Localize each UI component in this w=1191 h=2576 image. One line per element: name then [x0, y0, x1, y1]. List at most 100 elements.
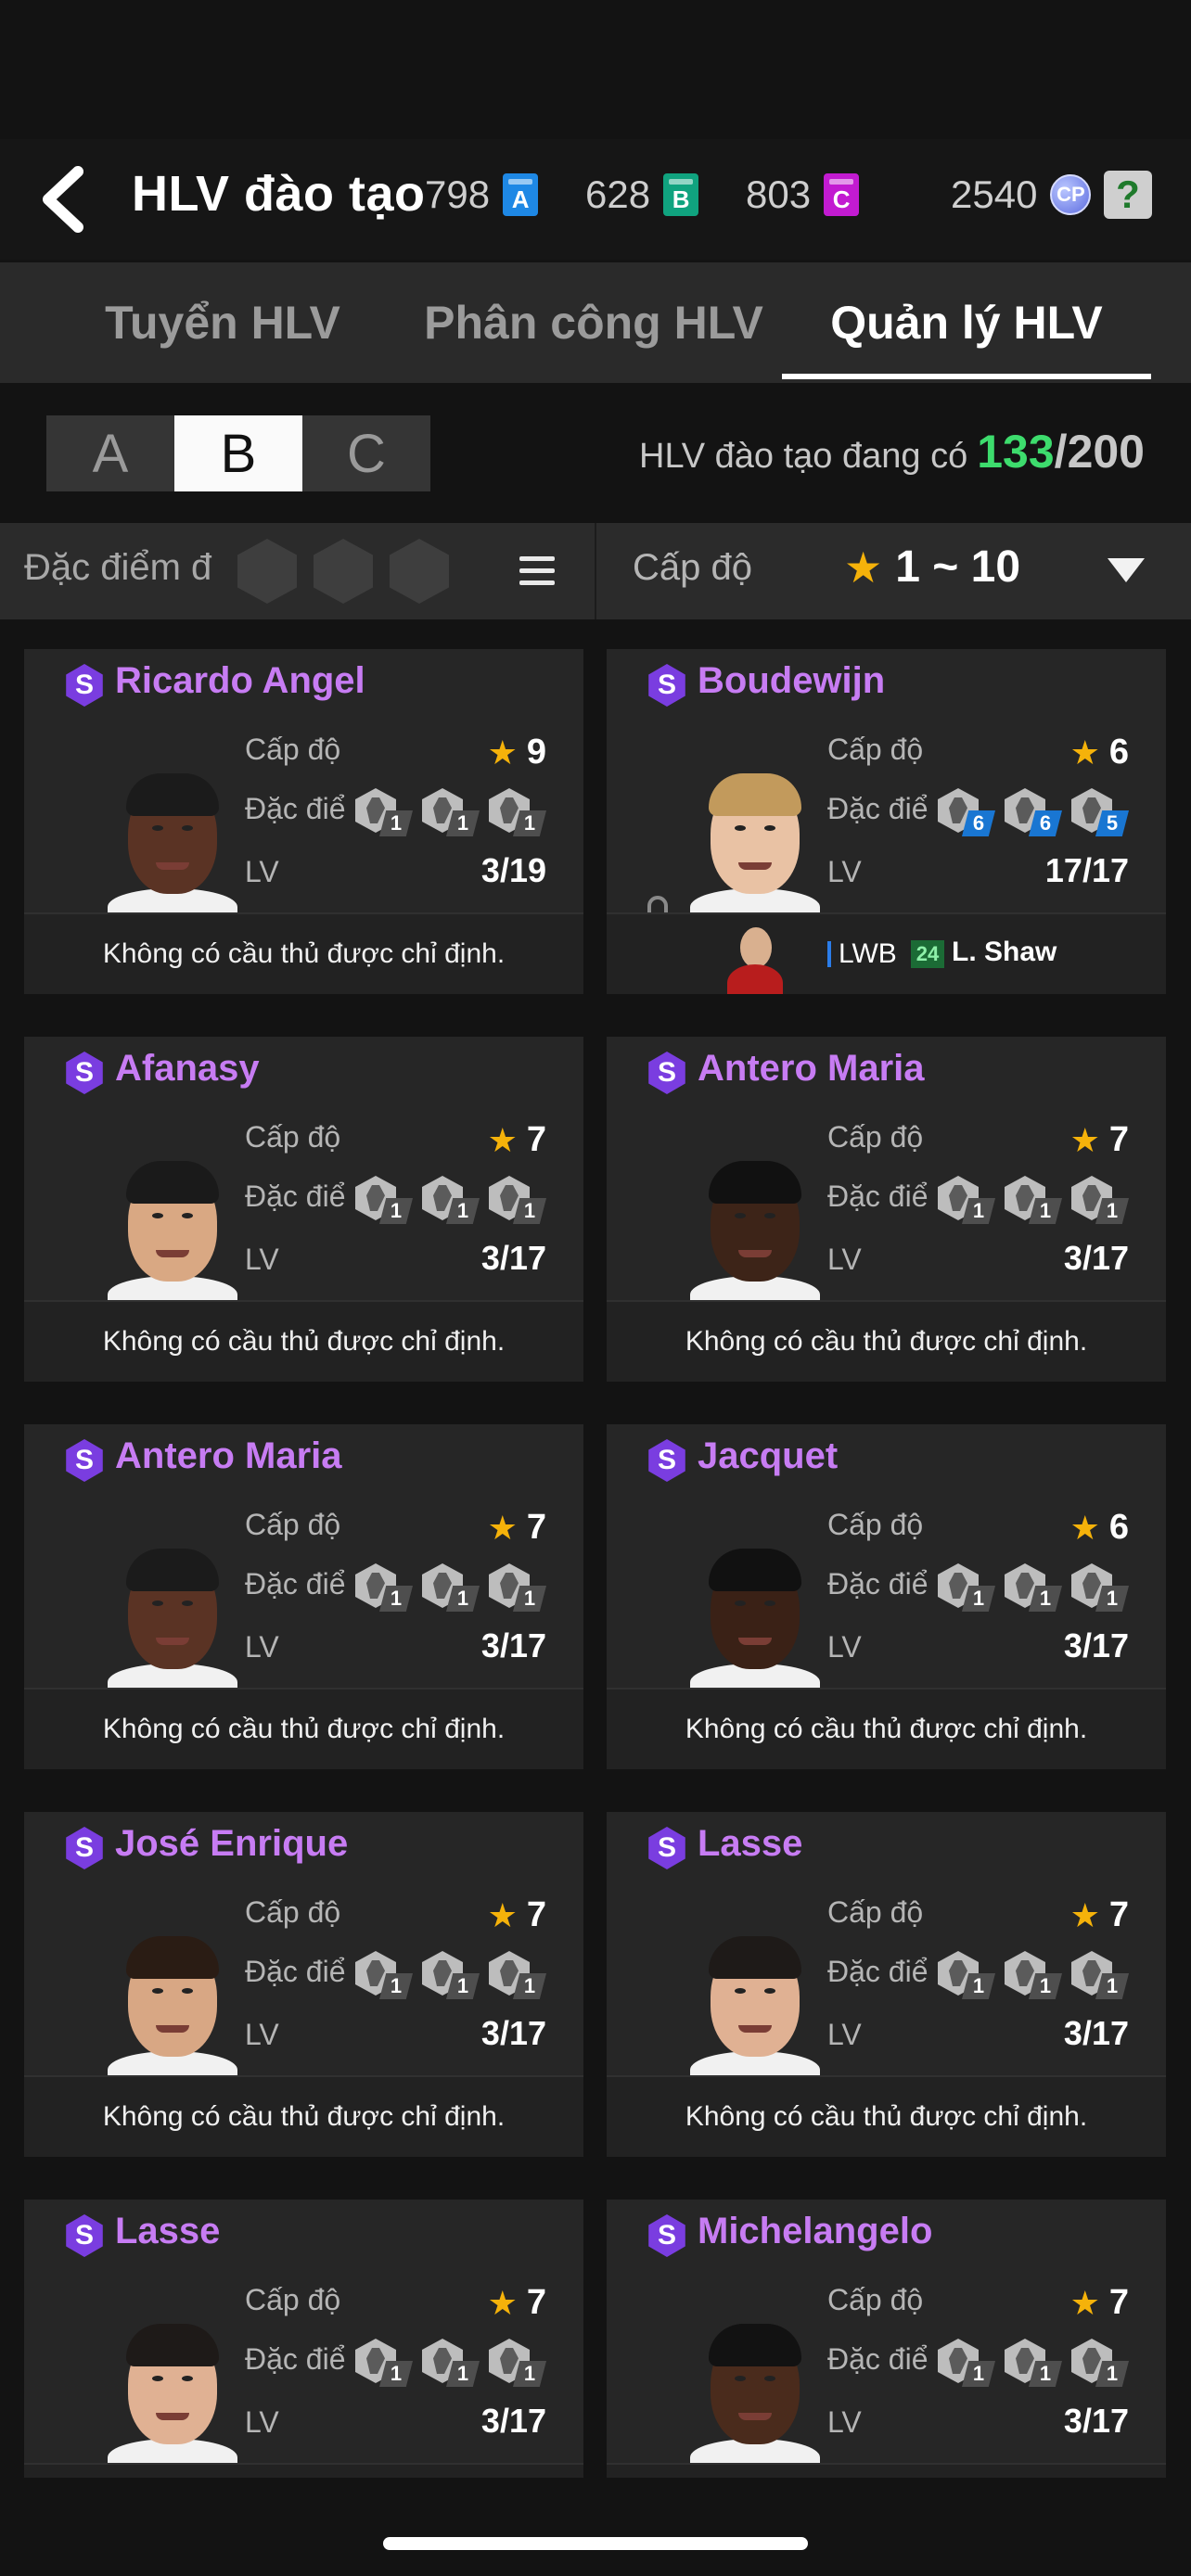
- trait-filter-label[interactable]: Đặc điểm đ: [24, 547, 211, 589]
- lv-label: LV: [827, 1243, 862, 1276]
- trait-badge-icon: 1: [1003, 1562, 1064, 1612]
- star-icon: ★: [487, 1120, 518, 1159]
- star-icon: ★: [1069, 2283, 1100, 2322]
- trait-badge-icon: 1: [1069, 1562, 1131, 1612]
- level-label: Cấp độ: [245, 2283, 341, 2316]
- back-arrow-icon[interactable]: [37, 162, 93, 236]
- coach-name: Boudewijn: [698, 660, 886, 701]
- coach-card[interactable]: S Michelangelo Cấp độ ★7 Đặc điểm 111 LV…: [607, 2200, 1166, 2478]
- star-icon: ★: [487, 2283, 518, 2322]
- coach-card[interactable]: S Boudewijn Cấp độ ★6 Đặc điểm 665 LV 17…: [607, 649, 1166, 994]
- coach-portrait: [108, 770, 237, 914]
- coach-availability: HLV đào tạo đang có 133/200: [639, 425, 1145, 478]
- assigned-player[interactable]: LWB 24 L. Shaw: [607, 912, 1166, 994]
- dropdown-caret-icon[interactable]: [1108, 558, 1145, 582]
- lv-value: 3/17: [1063, 2014, 1129, 2052]
- coach-card[interactable]: S José Enrique Cấp độ ★7 Đặc điểm 111 LV…: [24, 1812, 583, 2157]
- coach-portrait: [690, 2320, 820, 2465]
- player-ovr-badge: 24: [911, 940, 944, 968]
- grade-badge-icon: S: [646, 1439, 688, 1482]
- no-player-assigned: Không có cầu thủ được chỉ định.: [24, 912, 583, 994]
- page-title: HLV đào tạo: [132, 166, 426, 222]
- grade-badge-icon: S: [646, 1052, 688, 1094]
- traits-label: Đặc điểm: [827, 2342, 929, 2376]
- currency-c-value: 803: [746, 172, 812, 216]
- trait-badge-icon: 1: [353, 1949, 415, 1999]
- lv-value: 3/17: [480, 1626, 546, 1664]
- segment-c[interactable]: C: [302, 415, 430, 491]
- menu-list-icon[interactable]: [519, 556, 555, 586]
- tab-bar: Tuyển HLV Phân công HLV Quản lý HLV: [0, 262, 1191, 383]
- traits-label: Đặc điểm: [827, 1955, 929, 1988]
- segment-b[interactable]: B: [174, 415, 302, 491]
- lv-label: LV: [827, 2018, 862, 2051]
- no-player-assigned: Không có cầu thủ được chỉ định.: [24, 1688, 583, 1769]
- coach-card[interactable]: S Antero Maria Cấp độ ★7 Đặc điểm 111 LV…: [24, 1424, 583, 1769]
- tab-manage-coach[interactable]: Quản lý HLV: [782, 262, 1151, 383]
- lv-label: LV: [245, 1630, 279, 1664]
- trait-badge-icon: 1: [420, 1949, 481, 1999]
- coach-card[interactable]: S Jacquet Cấp độ ★6 Đặc điểm 111 LV 3/17…: [607, 1424, 1166, 1769]
- cp-currency: 2540 CP: [951, 172, 1092, 217]
- player-position: LWB: [827, 938, 897, 970]
- ticket-c-icon: C: [824, 173, 860, 216]
- trait-badge-icon: 1: [353, 1562, 415, 1612]
- trait-badge-icon: 1: [936, 1949, 997, 1999]
- coach-card[interactable]: S Afanasy Cấp độ ★7 Đặc điểm 111 LV 3/17…: [24, 1037, 583, 1382]
- star-level: ★ 7: [487, 1120, 546, 1159]
- lv-label: LV: [827, 1630, 862, 1664]
- cp-coin-icon: CP: [1050, 174, 1092, 215]
- lv-label: LV: [245, 1243, 279, 1276]
- grade-badge-icon: S: [646, 2214, 688, 2257]
- no-player-assigned: Không có cầu thủ được chỉ định.: [607, 1688, 1166, 1769]
- trait-badge-icon: 6: [936, 786, 997, 836]
- trait-badge-icon: 1: [1069, 2337, 1131, 2387]
- coach-portrait: [690, 1932, 820, 2077]
- star-icon: ★: [1069, 733, 1100, 772]
- coach-name: Afanasy: [115, 1048, 260, 1089]
- traits-label: Đặc điểm: [245, 792, 347, 825]
- lv-label: LV: [827, 2405, 862, 2439]
- lv-value: 3/17: [1063, 1626, 1129, 1664]
- trait-badge-icon: 1: [420, 1174, 481, 1224]
- star-icon: ★: [1069, 1895, 1100, 1934]
- no-player-assigned: Không có cầu thủ được chỉ định.: [24, 2075, 583, 2157]
- coach-card[interactable]: S Lasse Cấp độ ★7 Đặc điểm 111 LV 3/17 K…: [24, 2200, 583, 2478]
- currency-c: 803 C: [746, 172, 860, 217]
- level-filter-range[interactable]: ★ 1 ~ 10: [844, 542, 1020, 593]
- tab-assign-coach[interactable]: Phân công HLV: [408, 262, 779, 383]
- grade-badge-icon: S: [646, 1827, 688, 1869]
- trait-badge-icon: 1: [487, 786, 548, 836]
- grade-badge-icon: S: [63, 1439, 106, 1482]
- coach-name: José Enrique: [115, 1823, 349, 1864]
- coach-name: Michelangelo: [698, 2211, 933, 2251]
- help-button[interactable]: ?: [1104, 171, 1152, 219]
- coach-card[interactable]: S Lasse Cấp độ ★7 Đặc điểm 111 LV 3/17 K…: [607, 1812, 1166, 2157]
- trait-badge-icon: 1: [487, 1174, 548, 1224]
- star-level: ★ 7: [1069, 1120, 1129, 1159]
- coach-name: Antero Maria: [698, 1048, 925, 1089]
- coach-name: Ricardo Angel: [115, 660, 365, 701]
- star-icon: ★: [487, 1508, 518, 1547]
- no-player-assigned: Không có cầu thủ được chỉ định.: [24, 2463, 583, 2478]
- coach-portrait: [108, 1545, 237, 1690]
- star-level: ★ 7: [487, 1508, 546, 1547]
- segment-a[interactable]: A: [46, 415, 174, 491]
- trait-badge-icon: 1: [420, 1562, 481, 1612]
- star-icon: ★: [487, 1895, 518, 1934]
- lv-value: 3/17: [1063, 2402, 1129, 2440]
- coach-card[interactable]: S Ricardo Angel Cấp độ ★9 Đặc điểm 111 L…: [24, 649, 583, 994]
- star-level: ★ 7: [487, 1895, 546, 1934]
- tab-recruit-coach[interactable]: Tuyển HLV: [56, 262, 390, 383]
- no-player-assigned: Không có cầu thủ được chỉ định.: [607, 2463, 1166, 2478]
- lv-value: 3/17: [480, 2014, 546, 2052]
- trait-list: 111: [353, 786, 548, 836]
- trait-list: 111: [353, 1949, 548, 1999]
- traits-label: Đặc điểm: [827, 792, 929, 825]
- coach-card[interactable]: S Antero Maria Cấp độ ★7 Đặc điểm 111 LV…: [607, 1037, 1166, 1382]
- coach-portrait: [108, 1932, 237, 2077]
- star-level: ★ 7: [1069, 1895, 1129, 1934]
- currency-a: 798 A: [425, 172, 539, 217]
- ticket-b-icon: B: [663, 173, 699, 216]
- trait-list: 111: [936, 2337, 1131, 2387]
